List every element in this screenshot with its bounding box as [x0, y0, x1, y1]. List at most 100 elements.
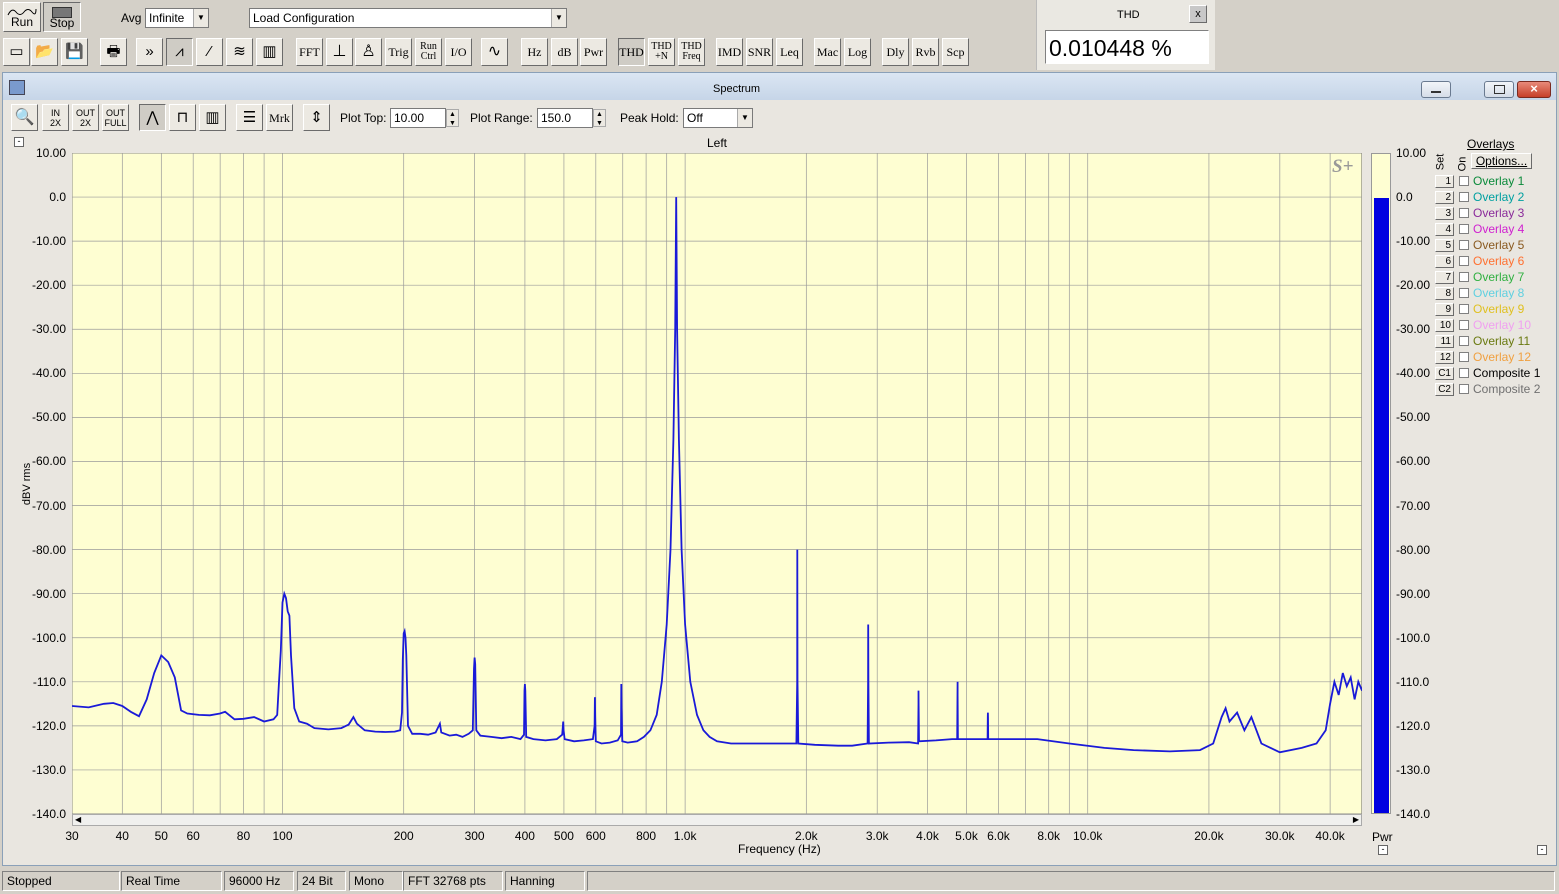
save-button[interactable]: 💾 — [61, 38, 88, 66]
waterfall-button[interactable]: ≋ — [226, 38, 253, 66]
meter-collapse-button[interactable]: - — [1378, 845, 1388, 855]
zoom-button[interactable]: 🔍 — [11, 104, 38, 131]
toolbar-dly-button[interactable]: Dly — [882, 38, 909, 66]
new-file-button[interactable]: ▭ — [3, 38, 30, 66]
stop-button[interactable]: Stop — [43, 2, 81, 32]
bar-view-button[interactable]: ▥ — [199, 104, 226, 131]
overlay-set-button[interactable]: 1 — [1435, 175, 1454, 188]
line-view-button[interactable]: ⋀ — [139, 104, 166, 131]
overlay-set-button[interactable]: 4 — [1435, 223, 1454, 236]
zoom-out-2x-button[interactable]: OUT 2X — [72, 104, 99, 131]
overlay-checkbox[interactable] — [1459, 288, 1469, 298]
chart-icon: ▥ — [262, 43, 277, 60]
scroll-right-icon[interactable]: ▶ — [1353, 815, 1359, 824]
chevron-down-icon[interactable]: ▼ — [193, 9, 208, 27]
open-folder-button[interactable]: 📂 — [31, 38, 58, 66]
toolbar-hz-button[interactable]: Hz — [521, 38, 548, 66]
plot-top-spinner[interactable]: ▲ ▼ — [446, 109, 459, 127]
toolbar-log-button[interactable]: Log — [844, 38, 871, 66]
overlay-checkbox[interactable] — [1459, 224, 1469, 234]
meter-scale-label: 10.00 — [1396, 146, 1427, 160]
step-view-button[interactable]: ⊓ — [169, 104, 196, 131]
peak-hold-select[interactable]: Off ▼ — [683, 108, 753, 128]
y-tick-label: 0.0 — [49, 190, 66, 205]
toolbar-db-button[interactable]: dB — [551, 38, 578, 66]
overlay-checkbox[interactable] — [1459, 320, 1469, 330]
list-view-button[interactable]: ☰ — [236, 104, 263, 131]
overlay-set-button[interactable]: C1 — [1435, 367, 1454, 380]
toolbar-button-label: Rvb — [915, 45, 936, 59]
overlay-set-button[interactable]: 5 — [1435, 239, 1454, 252]
overlay-checkbox[interactable] — [1459, 384, 1469, 394]
overlay-checkbox[interactable] — [1459, 304, 1469, 314]
toolbar-trig-button[interactable]: Trig — [385, 38, 412, 66]
overlay-checkbox[interactable] — [1459, 256, 1469, 266]
scroll-left-icon[interactable]: ◀ — [75, 815, 81, 824]
overlay-checkbox[interactable] — [1459, 352, 1469, 362]
toolbar-scp-button[interactable]: Scp — [942, 38, 969, 66]
overlay-set-button[interactable]: 6 — [1435, 255, 1454, 268]
plot-range-spinner[interactable]: ▲ ▼ — [593, 109, 606, 127]
fast-forward-button[interactable]: » — [136, 38, 163, 66]
print-button[interactable]: 🖶 — [100, 38, 127, 66]
y-tick-label: -130.0 — [31, 762, 66, 777]
toolbar-snr-button[interactable]: SNR — [746, 38, 773, 66]
overlay-checkbox[interactable] — [1459, 336, 1469, 346]
minimize-button[interactable] — [1421, 81, 1451, 98]
window-close-button[interactable]: × — [1517, 81, 1551, 98]
overlay-set-button[interactable]: 9 — [1435, 303, 1454, 316]
chevron-down-icon[interactable]: ▼ — [551, 9, 566, 27]
plot-top-input[interactable]: 10.00 ▲ ▼ — [390, 108, 459, 128]
overlay-checkbox[interactable] — [1459, 240, 1469, 250]
spectrum-view-button[interactable]: ⩘ — [166, 38, 193, 66]
status-cell: 24 Bit — [297, 871, 346, 891]
plot-scrollbar[interactable]: ◀ ▶ — [72, 814, 1362, 826]
overlay-set-button[interactable]: 3 — [1435, 207, 1454, 220]
overlay-checkbox[interactable] — [1459, 272, 1469, 282]
overlay-options-button[interactable]: Options... — [1471, 153, 1532, 169]
overlay-checkbox[interactable] — [1459, 208, 1469, 218]
toolbar-leq-button[interactable]: Leq — [776, 38, 803, 66]
plot-background — [72, 153, 1362, 814]
panel-collapse-button[interactable]: - — [1537, 845, 1547, 855]
axis-chart-button[interactable]: ⊥ — [326, 38, 353, 66]
toolbar-mac-button[interactable]: Mac — [814, 38, 841, 66]
close-button[interactable]: x — [1189, 5, 1207, 23]
sawtooth-button[interactable]: ⁄ — [196, 38, 223, 66]
autorange-button[interactable]: ⇕ — [303, 104, 330, 131]
toolbar-thd-n-button[interactable]: THD +N — [648, 38, 675, 66]
title-bar[interactable]: Spectrum × — [3, 73, 1556, 100]
chart-button[interactable]: ▥ — [256, 38, 283, 66]
overlay-set-button[interactable]: 8 — [1435, 287, 1454, 300]
overlay-checkbox[interactable] — [1459, 192, 1469, 202]
marker-button[interactable]: Mrk — [266, 104, 293, 131]
overlay-set-button[interactable]: C2 — [1435, 383, 1454, 396]
overlay-set-button[interactable]: 12 — [1435, 351, 1454, 364]
spectrum-plot[interactable] — [72, 153, 1362, 814]
zoom-out-full-button[interactable]: OUT FULL — [102, 104, 129, 131]
toolbar-thdfreq-button[interactable]: THD Freq — [678, 38, 705, 66]
toolbar-imd-button[interactable]: IMD — [716, 38, 743, 66]
toolbar-fft-button[interactable]: FFT — [296, 38, 323, 66]
plot-range-input[interactable]: 150.0 ▲ ▼ — [537, 108, 606, 128]
toolbar-thd-button[interactable]: THD — [618, 38, 645, 66]
toolbar-pwr-button[interactable]: Pwr — [580, 38, 607, 66]
toolbar-runctrl-button[interactable]: Run Ctrl — [415, 38, 442, 66]
overlay-checkbox[interactable] — [1459, 176, 1469, 186]
overlay-set-button[interactable]: 7 — [1435, 271, 1454, 284]
run-button[interactable]: Run — [3, 2, 41, 32]
restore-button[interactable] — [1484, 81, 1514, 98]
scope-button[interactable]: ♙ — [355, 38, 382, 66]
sine-wave-button[interactable]: ∿ — [481, 38, 508, 66]
status-bar-rest — [587, 871, 1555, 891]
avg-select[interactable]: Infinite ▼ — [145, 8, 209, 28]
overlay-set-button[interactable]: 11 — [1435, 335, 1454, 348]
chevron-down-icon[interactable]: ▼ — [737, 109, 752, 127]
overlay-checkbox[interactable] — [1459, 368, 1469, 378]
toolbar-rvb-button[interactable]: Rvb — [912, 38, 939, 66]
config-select[interactable]: Load Configuration ▼ — [249, 8, 567, 28]
toolbar-i-o-button[interactable]: I/O — [445, 38, 472, 66]
zoom-in-2x-button[interactable]: IN 2X — [42, 104, 69, 131]
overlay-set-button[interactable]: 2 — [1435, 191, 1454, 204]
overlay-set-button[interactable]: 10 — [1435, 319, 1454, 332]
